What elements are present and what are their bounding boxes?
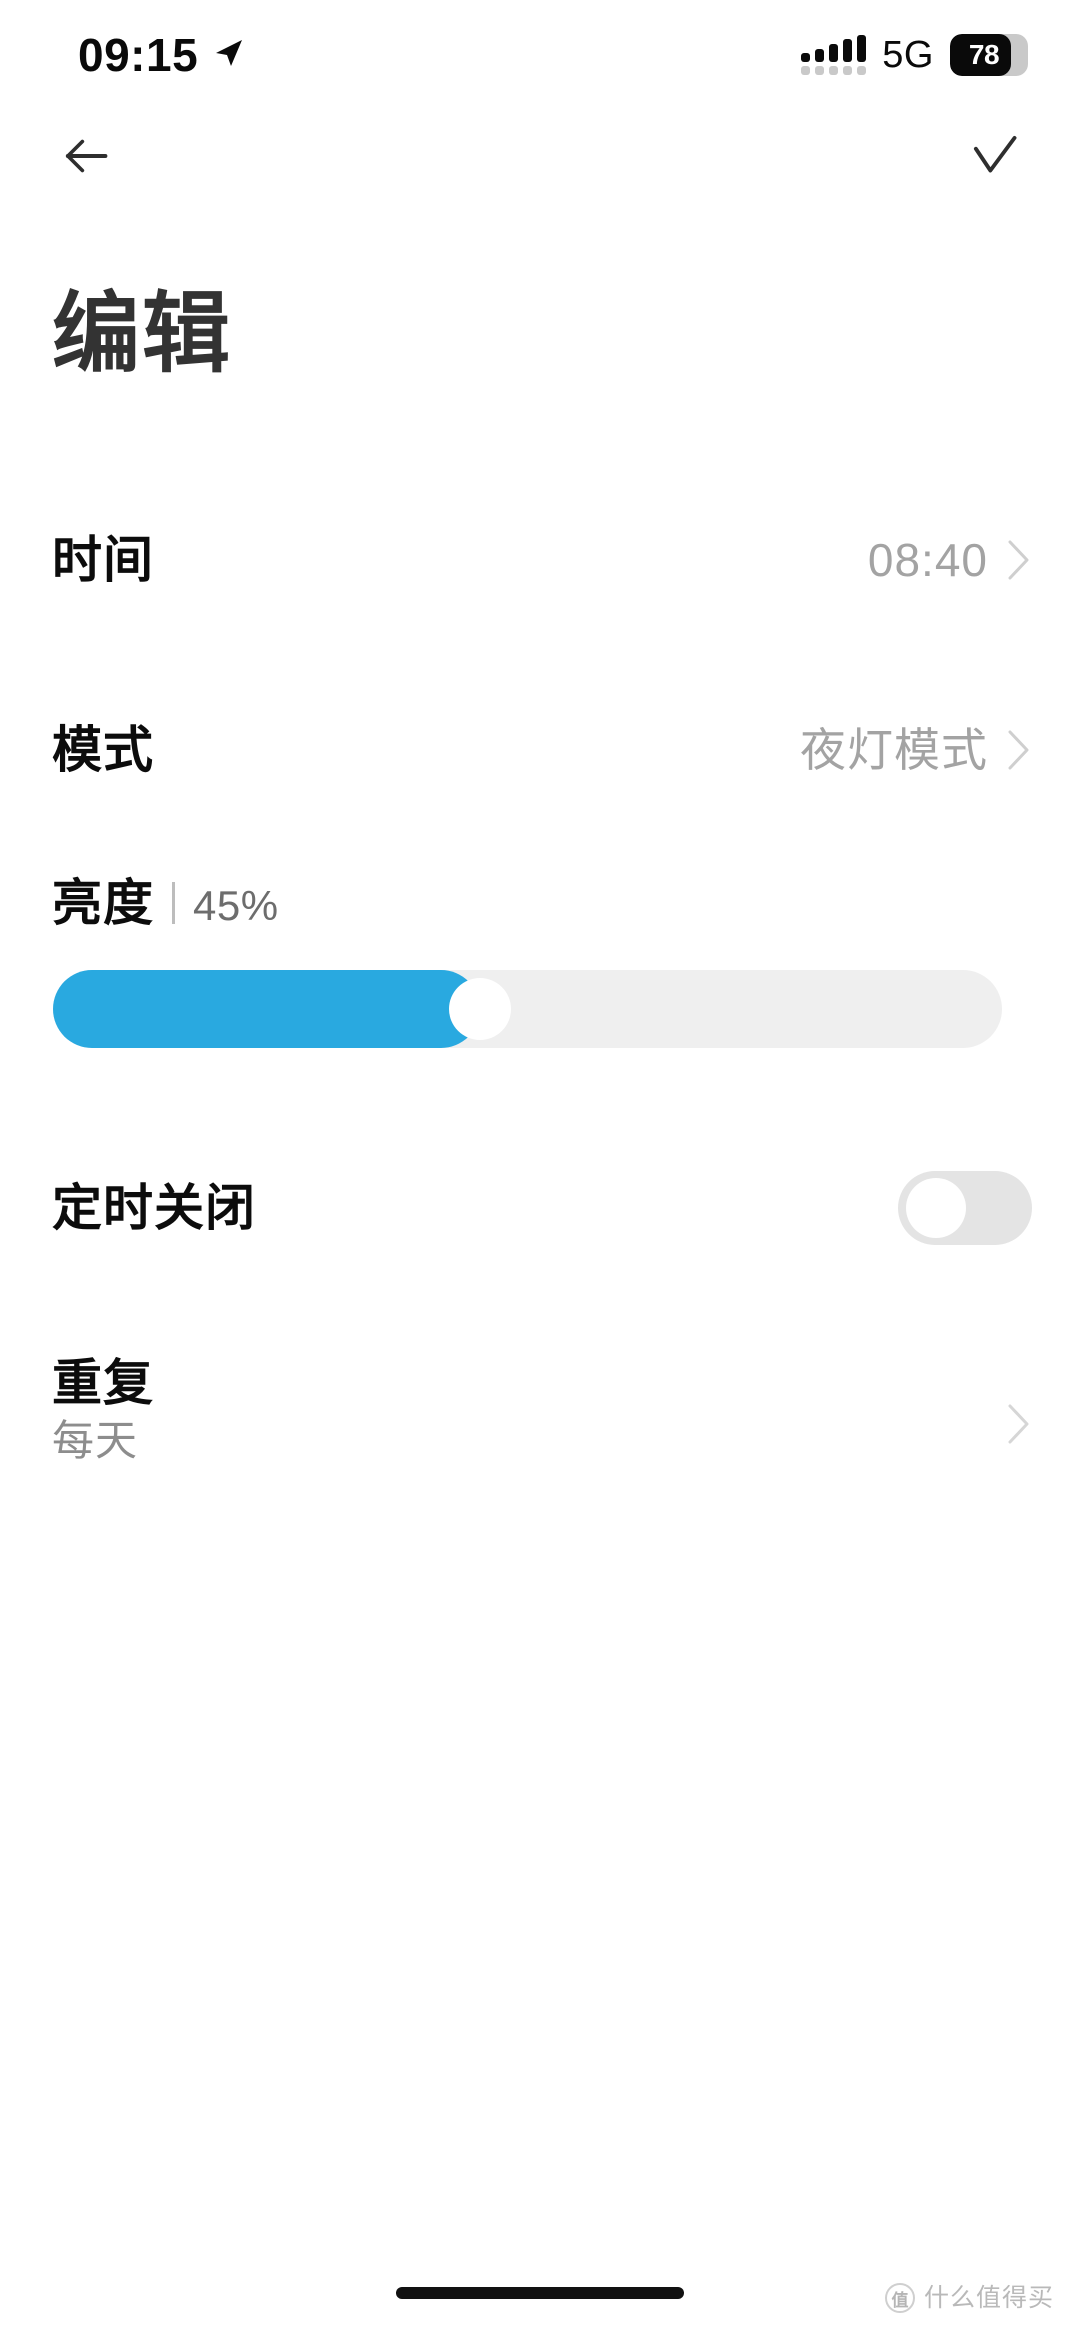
- location-arrow-icon: [212, 37, 244, 69]
- status-time: 09:15: [78, 29, 199, 81]
- row-mode[interactable]: 模式 夜灯模式: [0, 690, 1080, 810]
- chevron-right-icon: [1006, 1402, 1032, 1446]
- phone-screen: 09:15 5G 78 编辑 时间 08:40 模式 夜灯模式 亮度 45% 定…: [0, 0, 1080, 2341]
- page-title: 编辑: [52, 284, 233, 383]
- network-type-label: 5G: [882, 34, 934, 76]
- brightness-value: 45%: [193, 882, 279, 929]
- signal-bars-icon: [801, 34, 867, 75]
- status-bar-right: 5G 78: [801, 34, 1028, 76]
- brightness-header: 亮度 45%: [0, 878, 1080, 928]
- settings-list: 时间 08:40 模式 夜灯模式 亮度 45% 定时关闭 重复 每天: [0, 500, 1080, 1508]
- arrow-left-icon: [57, 127, 115, 190]
- confirm-button[interactable]: [956, 120, 1032, 196]
- status-bar-left: 09:15: [78, 32, 244, 78]
- brightness-section: 亮度 45%: [0, 878, 1080, 1048]
- zhi-logo-icon: 值: [884, 2283, 915, 2313]
- row-repeat-subtitle: 每天: [52, 1417, 139, 1464]
- row-repeat-text: 重复 每天: [52, 1358, 154, 1462]
- battery-icon: 78: [950, 34, 1028, 76]
- battery-level-label: 78: [968, 39, 1000, 70]
- row-time-value: 08:40: [867, 534, 988, 586]
- row-timer-off-label: 定时关闭: [52, 1180, 256, 1236]
- row-time-right: 08:40: [868, 537, 1032, 583]
- brightness-label: 亮度: [52, 875, 154, 931]
- brightness-slider-fill: [53, 970, 481, 1048]
- row-mode-label: 模式: [52, 722, 154, 778]
- watermark-text: 什么值得买: [923, 2283, 1054, 2312]
- brightness-divider: [172, 882, 175, 924]
- row-repeat-label: 重复: [52, 1355, 154, 1411]
- status-bar: 09:15 5G 78: [0, 0, 1080, 110]
- row-repeat-right: [1006, 1402, 1032, 1446]
- toggle-knob: [906, 1178, 966, 1238]
- chevron-right-icon: [1006, 538, 1032, 582]
- timer-off-toggle[interactable]: [898, 1171, 1032, 1245]
- brightness-slider-thumb[interactable]: [449, 978, 512, 1040]
- chevron-right-icon: [1006, 728, 1032, 772]
- nav-bar: [0, 110, 1080, 206]
- row-time[interactable]: 时间 08:40: [0, 500, 1080, 620]
- row-mode-right: 夜灯模式: [800, 727, 1032, 773]
- row-timer-off[interactable]: 定时关闭: [0, 1148, 1080, 1268]
- row-mode-value: 夜灯模式: [800, 724, 988, 776]
- home-indicator[interactable]: [396, 2287, 684, 2299]
- row-time-label: 时间: [52, 532, 154, 588]
- brightness-slider[interactable]: [53, 970, 1002, 1048]
- watermark: 值 什么值得买: [884, 2283, 1054, 2313]
- row-repeat[interactable]: 重复 每天: [0, 1358, 1080, 1508]
- back-button[interactable]: [48, 120, 124, 196]
- checkmark-icon: [965, 127, 1023, 190]
